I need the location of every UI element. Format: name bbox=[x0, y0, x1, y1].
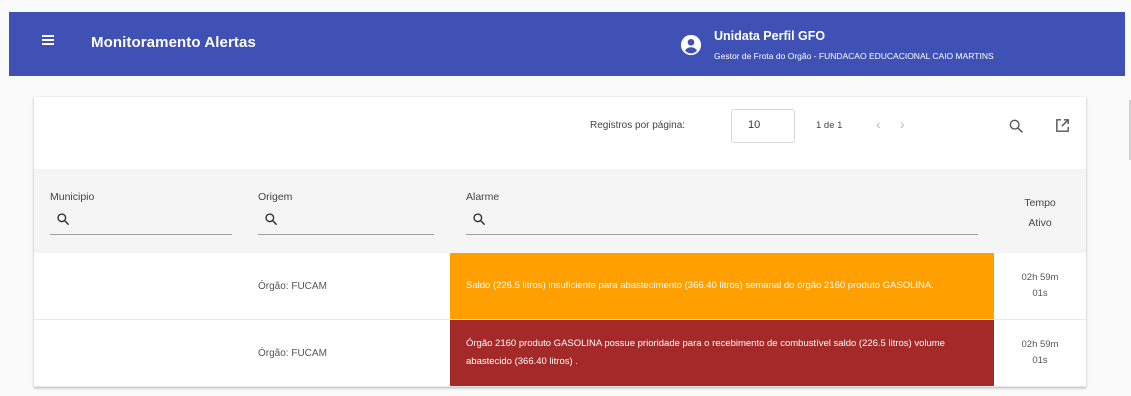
column-alarme: Alarme bbox=[466, 191, 500, 203]
search-icon[interactable] bbox=[1008, 118, 1024, 134]
tempo-seconds: 01s bbox=[1032, 288, 1048, 299]
table-row[interactable]: Órgão: FUCAM Saldo (226.5 litros) insufi… bbox=[34, 253, 1086, 320]
column-origem: Origem bbox=[258, 191, 293, 203]
tempo-value: 02h 59m bbox=[1021, 339, 1059, 350]
search-icon bbox=[57, 213, 70, 226]
cell-alarme: Órgão 2160 produto GASOLINA possue prior… bbox=[450, 320, 994, 386]
page-range: 1 de 1 bbox=[816, 120, 843, 131]
filter-municipio-input[interactable] bbox=[50, 210, 232, 235]
per-page-label: Registros por página: bbox=[590, 120, 686, 131]
column-tempo-ativo: Tempo Ativo bbox=[994, 193, 1086, 233]
per-page-select[interactable]: 10 bbox=[731, 109, 795, 143]
cell-origem: Órgão: FUCAM bbox=[258, 280, 327, 292]
column-municipio: Municipio bbox=[50, 191, 95, 203]
table-row[interactable]: Órgão: FUCAM Órgão 2160 produto GASOLINA… bbox=[34, 320, 1086, 387]
previous-page-button[interactable]: ‹ bbox=[876, 116, 881, 132]
top-app-bar: Monitoramento Alertas Unidata Perfil GFO… bbox=[9, 12, 1125, 76]
next-page-button[interactable]: › bbox=[900, 116, 905, 132]
filter-alarme-input[interactable] bbox=[466, 210, 978, 235]
cell-tempo: 02h 59m 01s bbox=[994, 320, 1086, 386]
search-icon bbox=[473, 213, 486, 226]
page-title: Monitoramento Alertas bbox=[91, 34, 256, 51]
filter-origem-input[interactable] bbox=[258, 210, 434, 235]
tempo-seconds: 01s bbox=[1032, 355, 1048, 366]
menu-icon[interactable] bbox=[42, 35, 54, 45]
user-role: Gestor de Frota do Orgão - FUNDACAO EDUC… bbox=[714, 51, 994, 61]
cell-origem: Órgão: FUCAM bbox=[258, 347, 327, 359]
table-header: Municipio Origem Alarme Tempo Ativo bbox=[34, 169, 1086, 253]
cell-tempo: 02h 59m 01s bbox=[994, 253, 1086, 319]
column-tempo-line2: Ativo bbox=[1028, 217, 1052, 229]
user-name: Unidata Perfil GFO bbox=[714, 29, 826, 43]
tempo-value: 02h 59m bbox=[1021, 272, 1059, 283]
column-tempo-line1: Tempo bbox=[1024, 197, 1056, 209]
alerts-table: Municipio Origem Alarme Tempo Ativo Órgã… bbox=[34, 169, 1086, 387]
account-circle-icon[interactable] bbox=[680, 34, 702, 56]
cell-alarme: Saldo (226.5 litros) insuficiente para a… bbox=[450, 253, 994, 319]
search-icon bbox=[265, 213, 278, 226]
open-in-new-icon[interactable] bbox=[1054, 117, 1071, 134]
alerts-card: Registros por página: 10 1 de 1 ‹ › Muni… bbox=[34, 97, 1086, 387]
